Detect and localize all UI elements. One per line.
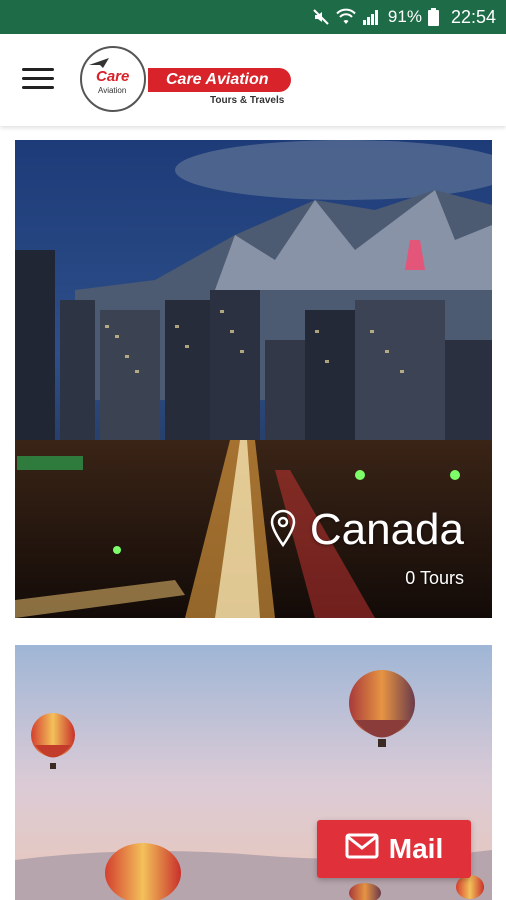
logo-brand-name: Care Aviation bbox=[148, 68, 291, 92]
logo-circle-subtext: Aviation bbox=[98, 86, 127, 95]
mute-icon bbox=[312, 8, 330, 26]
destination-title: Canada bbox=[270, 505, 464, 555]
logo-brand-letter: V bbox=[148, 64, 163, 89]
battery-icon bbox=[427, 8, 439, 26]
location-pin-icon bbox=[270, 509, 296, 552]
clock: 22:54 bbox=[450, 6, 496, 27]
mail-button-label: Mail bbox=[388, 833, 444, 864]
wifi-icon bbox=[336, 8, 356, 26]
brand-logo[interactable]: Care Aviation Care Aviation V Tours & Tr… bbox=[80, 46, 295, 114]
logo-tagline: Tours & Travels bbox=[210, 95, 285, 106]
status-bar: 91% 22:54 bbox=[0, 0, 506, 34]
logo-emblem: Care Aviation bbox=[80, 46, 146, 112]
logo-circle-text: Care bbox=[96, 68, 130, 85]
battery-percent: 91% bbox=[387, 7, 422, 26]
destination-tour-count: 0 Tours bbox=[405, 568, 464, 588]
signal-icon bbox=[362, 8, 380, 26]
mail-button[interactable]: Mail bbox=[317, 820, 471, 878]
destination-card-canada[interactable]: Canada 0 Tours bbox=[15, 140, 492, 618]
destination-name: Canada bbox=[309, 505, 464, 554]
app-bar: Care Aviation Care Aviation V Tours & Tr… bbox=[0, 34, 506, 126]
hamburger-menu-icon[interactable] bbox=[22, 68, 54, 92]
mail-icon bbox=[345, 833, 379, 866]
